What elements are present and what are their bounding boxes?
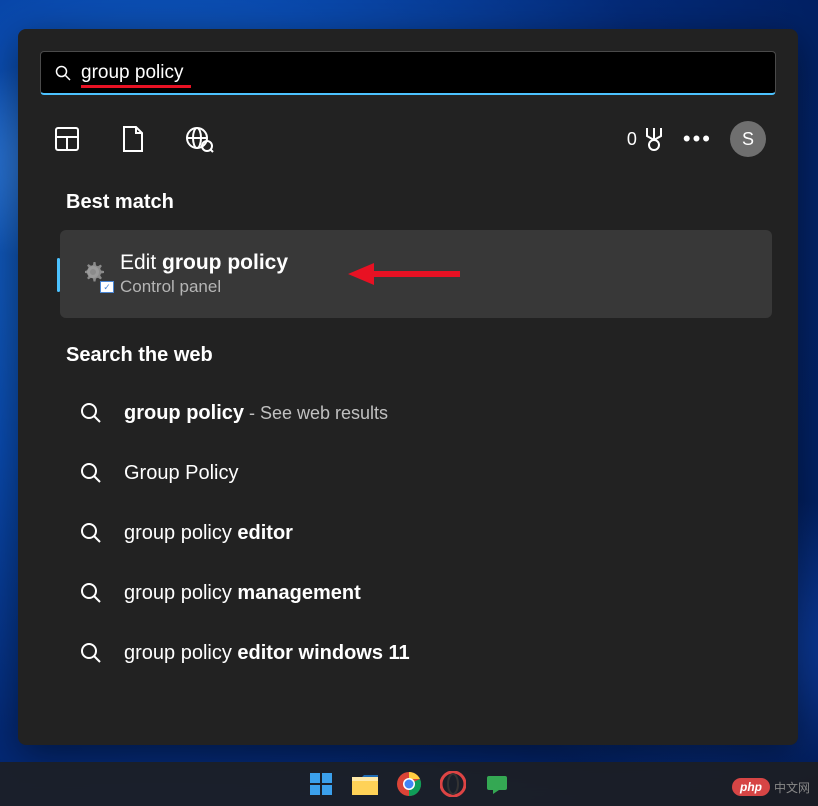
search-box[interactable] xyxy=(40,51,776,95)
web-result[interactable]: group policy management xyxy=(40,563,776,623)
chat-app-icon[interactable] xyxy=(482,769,512,799)
more-options-icon[interactable]: ••• xyxy=(683,128,712,150)
best-match-heading: Best match xyxy=(66,191,776,214)
search-input[interactable] xyxy=(81,62,761,84)
selection-indicator xyxy=(57,258,60,292)
best-match-title-bold: group policy xyxy=(162,251,288,274)
annotation-underline xyxy=(81,85,191,88)
watermark: php 中文网 xyxy=(732,778,810,796)
filter-web-icon[interactable] xyxy=(182,122,216,156)
web-result[interactable]: group policy - See web results xyxy=(40,383,776,443)
search-icon xyxy=(80,402,102,424)
taskbar xyxy=(0,762,818,806)
filter-toolbar: 0 ••• S xyxy=(40,95,776,165)
search-icon xyxy=(80,582,102,604)
web-result[interactable]: group policy editor xyxy=(40,503,776,563)
search-input-wrap xyxy=(81,62,761,84)
watermark-badge: php xyxy=(732,778,770,796)
annotation-arrow xyxy=(348,260,460,288)
search-icon xyxy=(80,642,102,664)
start-search-panel: 0 ••• S Best match ✓ Edit group policy xyxy=(18,29,798,745)
best-match-subtitle: Control panel xyxy=(120,277,288,297)
opera-icon[interactable] xyxy=(438,769,468,799)
web-result[interactable]: Group Policy xyxy=(40,443,776,503)
rewards-points[interactable]: 0 xyxy=(627,126,665,152)
checkmark-badge-icon: ✓ xyxy=(100,281,114,293)
best-match-text: Edit group policy Control panel xyxy=(120,251,288,297)
user-avatar[interactable]: S xyxy=(730,121,766,157)
points-count: 0 xyxy=(627,129,637,150)
web-result[interactable]: group policy editor windows 11 xyxy=(40,623,776,683)
file-explorer-icon[interactable] xyxy=(350,769,380,799)
start-button[interactable] xyxy=(306,769,336,799)
best-match-title-prefix: Edit xyxy=(120,251,162,274)
search-icon xyxy=(55,65,71,81)
search-icon xyxy=(80,462,102,484)
chrome-icon[interactable] xyxy=(394,769,424,799)
gpedit-icon: ✓ xyxy=(78,257,112,291)
search-web-heading: Search the web xyxy=(66,344,776,367)
best-match-result[interactable]: ✓ Edit group policy Control panel xyxy=(60,230,772,318)
watermark-text: 中文网 xyxy=(774,779,810,796)
filter-documents-icon[interactable] xyxy=(116,122,150,156)
search-icon xyxy=(80,522,102,544)
filter-apps-icon[interactable] xyxy=(50,122,84,156)
rewards-medal-icon xyxy=(643,126,665,152)
